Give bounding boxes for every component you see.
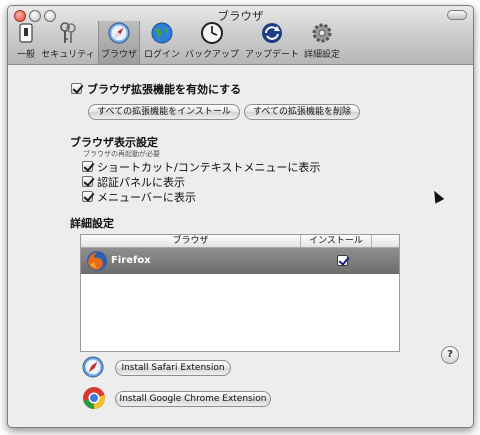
install-firefox-checkbox[interactable] bbox=[337, 255, 348, 266]
tab-security[interactable]: セキュリティ bbox=[40, 21, 96, 61]
toolbar: ブラウザ 一般 セキュリティ ブラウザ ログイン バックアップ アップデート 詳… bbox=[8, 6, 473, 65]
safari-icon bbox=[82, 356, 104, 378]
column-header-install[interactable]: インストール bbox=[301, 235, 372, 248]
safari-compass-icon bbox=[108, 22, 130, 44]
advanced-heading: 詳細設定 bbox=[70, 217, 114, 230]
update-arrows-icon bbox=[262, 23, 282, 43]
tab-login-label: ログイン bbox=[143, 50, 180, 60]
firefox-icon bbox=[87, 251, 107, 271]
tab-browser[interactable]: ブラウザ bbox=[98, 21, 140, 64]
gear-icon bbox=[312, 23, 332, 43]
remove-all-extensions-button[interactable]: すべての拡張機能を削除 bbox=[244, 104, 360, 120]
tab-login[interactable]: ログイン bbox=[142, 21, 182, 61]
tab-update-label: アップデート bbox=[244, 50, 299, 60]
keys-icon bbox=[60, 22, 76, 43]
tab-browser-label: ブラウザ bbox=[100, 50, 137, 60]
browser-settings-pane: ブラウザ拡張機能を有効にする すべての拡張機能をインストール すべての拡張機能を… bbox=[8, 65, 473, 427]
tab-backup[interactable]: バックアップ bbox=[184, 21, 240, 61]
show-in-menubar-checkbox[interactable] bbox=[82, 191, 93, 202]
restart-required-note: ブラウザの再起動が必要 bbox=[83, 150, 160, 158]
show-in-context-menu-checkbox[interactable] bbox=[82, 161, 93, 172]
tab-advanced[interactable]: 詳細設定 bbox=[302, 21, 342, 61]
enable-extensions-checkbox[interactable] bbox=[71, 83, 82, 94]
toolbar-toggle-button[interactable] bbox=[447, 10, 467, 20]
tab-update[interactable]: アップデート bbox=[244, 21, 300, 61]
column-header-browser[interactable]: ブラウザ bbox=[81, 235, 301, 248]
install-chrome-extension-button[interactable]: Install Google Chrome Extension bbox=[115, 391, 271, 407]
chrome-icon bbox=[83, 387, 105, 409]
globe-icon bbox=[151, 22, 173, 44]
install-all-extensions-button[interactable]: すべての拡張機能をインストール bbox=[88, 104, 240, 120]
show-in-context-menu-label: ショートカット/コンテキストメニューに表示 bbox=[97, 161, 321, 174]
show-in-auth-panel-label: 認証パネルに表示 bbox=[97, 176, 185, 189]
show-in-auth-panel-checkbox[interactable] bbox=[82, 176, 93, 187]
preferences-window: ブラウザ 一般 セキュリティ ブラウザ ログイン バックアップ アップデート 詳… bbox=[7, 5, 474, 428]
install-safari-extension-button[interactable]: Install Safari Extension bbox=[115, 360, 231, 376]
tab-security-label: セキュリティ bbox=[41, 50, 95, 60]
switch-icon bbox=[19, 23, 33, 43]
display-settings-heading: ブラウザ表示設定 bbox=[70, 136, 158, 149]
tab-advanced-label: 詳細設定 bbox=[303, 50, 340, 60]
browser-table: ブラウザ インストール Firefox bbox=[80, 234, 400, 352]
table-row[interactable]: Firefox bbox=[81, 248, 399, 274]
column-header-empty bbox=[372, 235, 399, 248]
browser-name: Firefox bbox=[111, 255, 151, 266]
tab-general-label: 一般 bbox=[16, 50, 35, 60]
help-button[interactable]: ? bbox=[441, 346, 459, 364]
tab-general[interactable]: 一般 bbox=[12, 21, 40, 61]
show-in-menubar-label: メニューバーに表示 bbox=[97, 191, 196, 204]
enable-extensions-label: ブラウザ拡張機能を有効にする bbox=[87, 83, 242, 96]
clock-icon bbox=[201, 22, 223, 44]
tab-backup-label: バックアップ bbox=[184, 50, 239, 60]
